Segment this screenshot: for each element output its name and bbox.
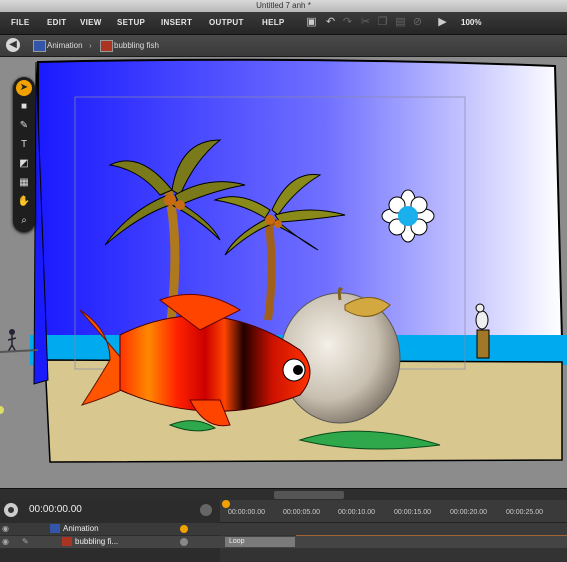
layer-color-dot[interactable]	[180, 525, 188, 533]
select-arrow-icon[interactable]: ➤	[16, 80, 32, 96]
copy-icon[interactable]: ❐	[376, 16, 389, 29]
hand-tool-icon[interactable]: ✋	[16, 194, 32, 210]
menu-edit[interactable]: EDIT	[47, 12, 66, 34]
breadcrumb-bubbling-fish[interactable]: bubbling fish	[114, 35, 159, 56]
fish-thumbnail-icon	[100, 40, 113, 52]
playhead[interactable]	[222, 500, 230, 508]
zoom-level[interactable]: 100%	[461, 12, 481, 34]
edit-pencil-icon[interactable]: ✎	[22, 536, 29, 548]
back-icon[interactable]: ◀	[6, 38, 20, 52]
save-icon[interactable]: ▣	[305, 16, 318, 29]
layer-name: Animation	[63, 524, 99, 533]
tool-palette: ➤ ■ ✎ T ◩ ▦ ✋ ⌕	[13, 77, 35, 232]
palm-trunk-2	[264, 214, 276, 321]
track-label: Loop	[229, 538, 245, 545]
layer-color-dot[interactable]	[180, 538, 188, 546]
tick-label: 00:00:15.00	[394, 509, 431, 516]
redo-icon[interactable]: ↷	[341, 16, 354, 29]
time-readout: 00:00:00.00	[29, 504, 82, 515]
stage-area[interactable]	[0, 57, 567, 488]
sky-backdrop	[37, 58, 564, 341]
layer-thumbnail-icon	[62, 537, 72, 546]
breadcrumb: ◀ Animation › bubbling fish	[0, 35, 567, 57]
settings-icon[interactable]	[200, 504, 212, 516]
menu-output[interactable]: OUTPUT	[209, 12, 244, 34]
scroll-thumb[interactable]	[274, 491, 344, 499]
paste-icon[interactable]: ▤	[394, 16, 407, 29]
tick-label: 00:00:05.00	[283, 509, 320, 516]
menu-file[interactable]: FILE	[11, 12, 30, 34]
tick-label: 00:00:20.00	[450, 509, 487, 516]
visibility-icon[interactable]: ◉	[2, 523, 9, 535]
offstage-object	[0, 406, 4, 414]
layer-name: bubbling fi...	[75, 537, 119, 546]
brush-tool-icon[interactable]: ✎	[16, 118, 32, 134]
animation-thumbnail-icon	[33, 40, 46, 52]
tick-label: 00:00:10.00	[338, 509, 375, 516]
window-title: Untitled 7 anh *	[0, 0, 567, 12]
menu-setup[interactable]: SETUP	[117, 12, 145, 34]
breadcrumb-animation[interactable]: Animation	[47, 35, 83, 56]
text-tool-icon[interactable]: T	[16, 137, 32, 153]
tick-label: 00:00:25.00	[506, 509, 543, 516]
menu-help[interactable]: HELP	[262, 12, 285, 34]
layer-thumbnail-icon	[50, 524, 60, 533]
zoom-tool-icon[interactable]: ⌕	[16, 213, 32, 229]
menu-insert[interactable]: INSERT	[161, 12, 192, 34]
undo-icon[interactable]: ↶	[324, 16, 337, 29]
grid-tool-icon[interactable]: ▦	[16, 175, 32, 191]
visibility-icon[interactable]: ◉	[2, 536, 9, 548]
layer-row-animation[interactable]: ◉ Animation	[0, 523, 567, 535]
time-ruler[interactable]: 00:00:00.00 00:00:05.00 00:00:10.00 00:0…	[220, 500, 567, 523]
cut-icon[interactable]: ✂	[359, 16, 372, 29]
loop-track-bar[interactable]: Loop	[225, 537, 295, 547]
breadcrumb-separator-icon: ›	[89, 41, 92, 50]
rectangle-tool-icon[interactable]: ■	[16, 99, 32, 115]
delete-icon[interactable]: ⊘	[411, 16, 424, 29]
menubar: FILE EDIT VIEW SETUP INSERT OUTPUT HELP …	[0, 12, 567, 35]
play-button[interactable]	[4, 503, 18, 517]
tick-label: 00:00:00.00	[228, 509, 265, 516]
preview-icon[interactable]: ▶	[436, 16, 449, 29]
menu-view[interactable]: VIEW	[80, 12, 102, 34]
scene-canvas[interactable]	[0, 57, 567, 488]
fill-tool-icon[interactable]: ◩	[16, 156, 32, 172]
